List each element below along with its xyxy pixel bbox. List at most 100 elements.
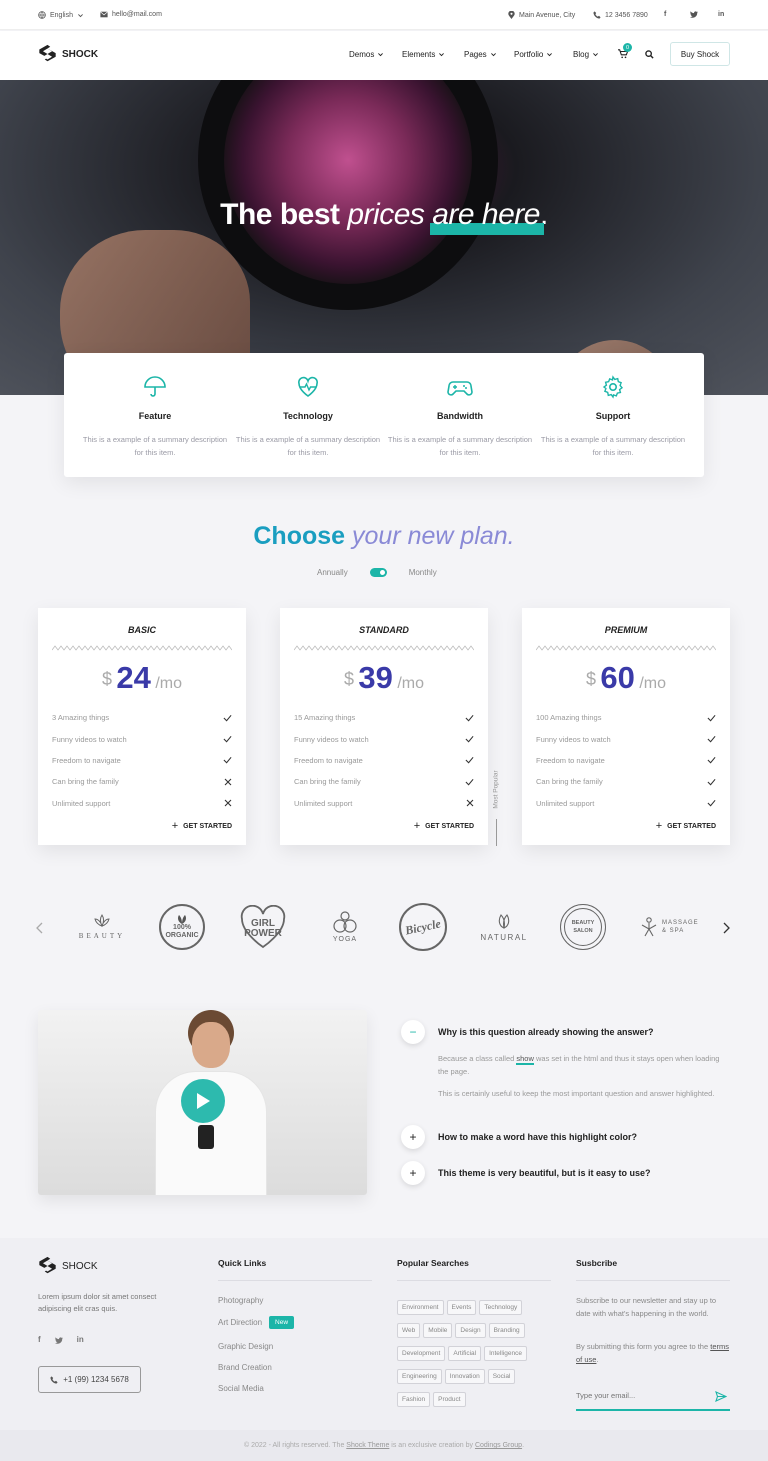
check-icon: [223, 736, 232, 743]
facebook-icon[interactable]: f: [38, 1335, 41, 1344]
brand-text: 100% ORGANIC: [165, 923, 199, 939]
cart-button[interactable]: 0: [618, 43, 632, 59]
tag[interactable]: Social: [487, 1369, 516, 1384]
tag[interactable]: Artificial: [448, 1346, 482, 1361]
feature-label: 3 Amazing things: [52, 713, 110, 723]
email-link[interactable]: hello@mail.com: [100, 11, 162, 18]
feature-item: Support This is a example of a summary d…: [537, 375, 689, 459]
nav-demos[interactable]: Demos: [349, 50, 384, 59]
top-bar: English hello@mail.com Main Avenue, City…: [0, 0, 768, 30]
plan-price: $ 60 /mo: [522, 660, 730, 696]
linkedin-icon[interactable]: in: [718, 11, 724, 18]
get-started-button[interactable]: + GET STARTED: [414, 820, 474, 832]
nav-portfolio[interactable]: Portfolio: [514, 50, 553, 59]
gamepad-icon: [447, 381, 473, 396]
brand-text: BEAUTY: [78, 932, 126, 940]
address-item: Main Avenue, City: [508, 11, 575, 19]
faq-question: How to make a word have this highlight c…: [438, 1132, 638, 1142]
get-started-button[interactable]: + GET STARTED: [656, 820, 716, 832]
nav-demos-label: Demos: [349, 50, 375, 59]
search-button[interactable]: [645, 50, 654, 59]
feature-title: Feature: [138, 411, 172, 421]
feature-label: Can bring the family: [294, 777, 361, 787]
brand-text: Bicycle: [403, 915, 442, 938]
twitter-icon[interactable]: [690, 11, 698, 18]
plan-feature-row: Funny videos to watch: [536, 728, 716, 749]
x-icon: [224, 778, 232, 786]
play-button[interactable]: [181, 1079, 225, 1123]
highlight-word: show: [516, 1054, 534, 1065]
tag[interactable]: Web: [397, 1323, 421, 1338]
feature-label: Can bring the family: [536, 777, 603, 787]
toggle-annually-label[interactable]: Annually: [317, 568, 348, 577]
tag[interactable]: Product: [433, 1392, 466, 1407]
carousel-prev-button[interactable]: [36, 921, 44, 939]
plus-icon[interactable]: +: [401, 1125, 425, 1149]
plus-icon: +: [655, 820, 663, 832]
check-icon: [223, 757, 232, 764]
plan-feature-row: 3 Amazing things: [52, 707, 232, 728]
plan-feature-row: Freedom to navigate: [52, 750, 232, 771]
linkedin-icon[interactable]: in: [77, 1335, 84, 1344]
theme-link[interactable]: Shock Theme: [346, 1442, 389, 1449]
tag[interactable]: Design: [455, 1323, 486, 1338]
tag[interactable]: Mobile: [423, 1323, 453, 1338]
footer-logo[interactable]: SHOCK: [38, 1256, 98, 1276]
footer-phone-text: +1 (99) 1234 5678: [63, 1375, 129, 1384]
phone-image: [198, 1125, 214, 1149]
carousel-next-button[interactable]: [722, 921, 730, 939]
phone-item[interactable]: 12 3456 7890: [593, 11, 648, 19]
author-link[interactable]: Codings Group: [475, 1442, 522, 1449]
heartbeat-icon: [298, 376, 318, 397]
footer-link[interactable]: Graphic Design: [218, 1342, 273, 1351]
get-started-button[interactable]: + GET STARTED: [172, 820, 232, 832]
tag[interactable]: Technology: [479, 1300, 523, 1315]
tag[interactable]: Fashion: [397, 1392, 431, 1407]
tag[interactable]: Development: [397, 1346, 446, 1361]
plus-icon[interactable]: +: [401, 1161, 425, 1185]
copyright-text: is an exclusive creation by: [389, 1442, 475, 1449]
footer-link[interactable]: Brand Creation: [218, 1363, 272, 1372]
feature-desc: This is a example of a summary descripti…: [540, 435, 686, 457]
nav-pages[interactable]: Pages: [464, 50, 497, 59]
faq-item-1[interactable]: − Why is this question already showing t…: [401, 1020, 654, 1044]
footer-link[interactable]: Art Direction New: [218, 1316, 295, 1329]
check-icon: [465, 757, 474, 764]
price-amount: 24: [116, 660, 151, 695]
check-icon: [223, 714, 232, 722]
billing-switch[interactable]: [369, 568, 387, 577]
nav-elements[interactable]: Elements: [402, 50, 445, 59]
plan-card-premium: PREMIUM $ 60 /mo 100 Amazing things Funn…: [522, 608, 730, 845]
nav-blog[interactable]: Blog: [573, 50, 599, 59]
footer-link[interactable]: Photography: [218, 1296, 263, 1305]
language-selector[interactable]: English: [38, 11, 84, 19]
tag[interactable]: Engineering: [397, 1369, 442, 1384]
faq-answer-1: Because a class called show was set in t…: [438, 1053, 730, 1078]
plan-feature-row: Can bring the family: [536, 771, 716, 792]
plus-icon: +: [413, 820, 421, 832]
email-input[interactable]: [576, 1384, 716, 1406]
tag[interactable]: Events: [446, 1300, 477, 1315]
twitter-icon[interactable]: [54, 1337, 63, 1344]
send-button[interactable]: [715, 1389, 728, 1407]
plan-card-standard: STANDARD $ 39 /mo 15 Amazing things Funn…: [280, 608, 488, 845]
tag[interactable]: Innovation: [444, 1369, 485, 1384]
toggle-monthly-label[interactable]: Monthly: [409, 568, 437, 577]
buy-shock-button[interactable]: Buy Shock: [670, 42, 730, 66]
tag[interactable]: Branding: [488, 1323, 525, 1338]
facebook-icon[interactable]: f: [664, 11, 666, 18]
site-logo[interactable]: SHOCK: [38, 44, 98, 64]
faq-item-2[interactable]: + How to make a word have this highlight…: [401, 1125, 637, 1149]
price-period: /mo: [155, 675, 183, 692]
tag[interactable]: Intelligence: [484, 1346, 527, 1361]
plan-feature-row: Can bring the family: [294, 771, 474, 792]
footer-link[interactable]: Social Media: [218, 1384, 264, 1393]
brand-text: GIRL POWER: [244, 918, 282, 939]
tag[interactable]: Environment: [397, 1300, 444, 1315]
faq-item-3[interactable]: + This theme is very beautiful, but is i…: [401, 1161, 651, 1185]
minus-icon[interactable]: −: [401, 1020, 425, 1044]
nav-portfolio-label: Portfolio: [514, 50, 544, 59]
check-icon: [465, 714, 474, 722]
footer-phone-button[interactable]: +1 (99) 1234 5678: [38, 1366, 141, 1393]
chevron-down-icon: [490, 53, 496, 57]
